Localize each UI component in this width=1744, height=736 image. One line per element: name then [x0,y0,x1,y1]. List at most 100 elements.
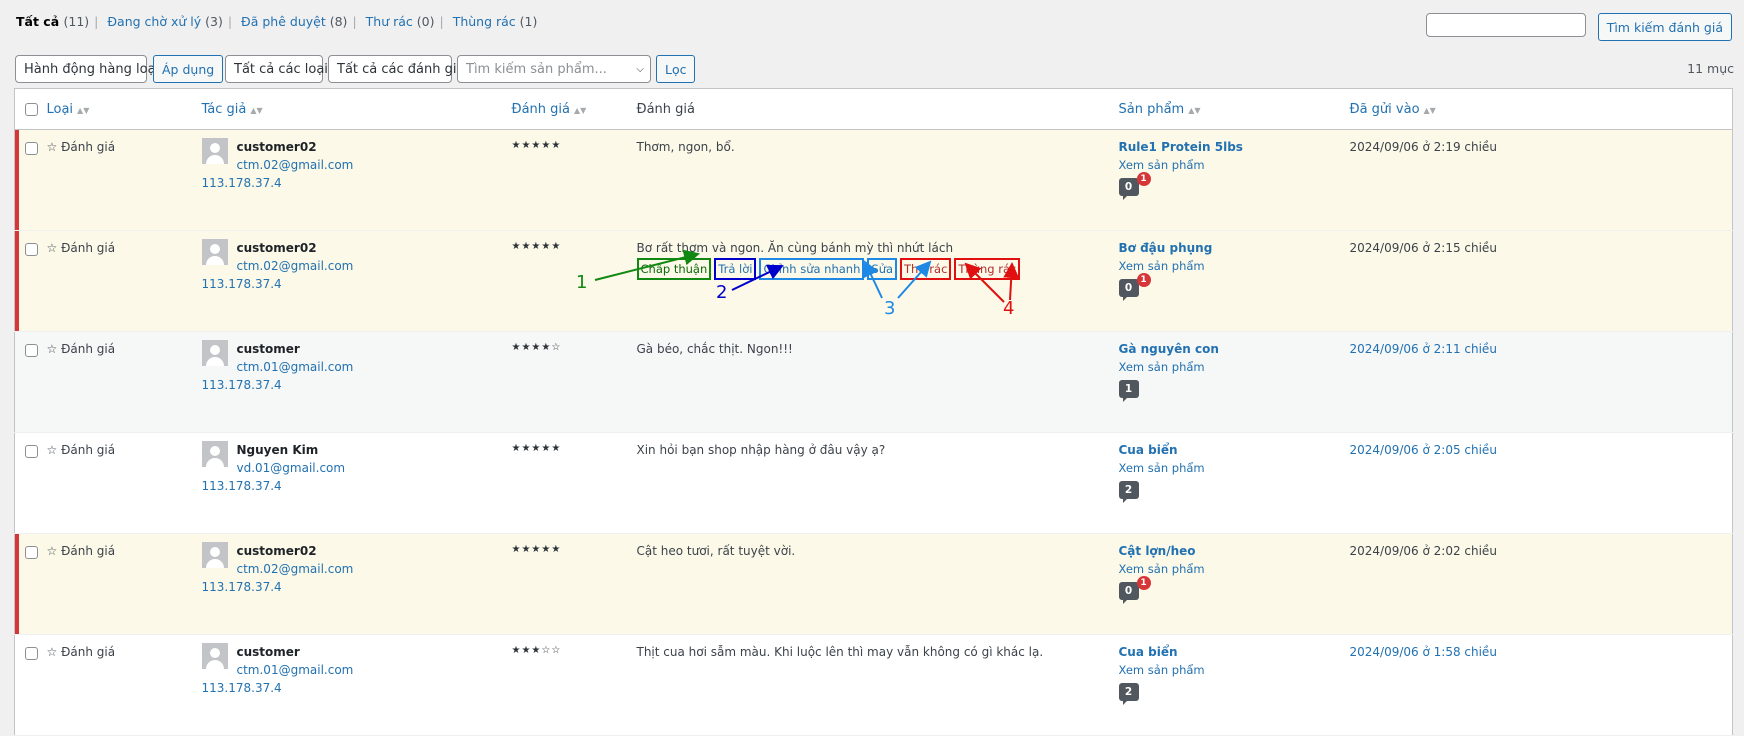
row-checkbox[interactable] [25,344,38,357]
review-date: 2024/09/06 ở 2:19 chiều [1349,129,1733,231]
edit-action[interactable]: Sửa [867,258,898,280]
filter-pending[interactable]: Đang chờ xử lý (3) [107,14,222,29]
filter-all[interactable]: Tất cả (11) [16,14,89,29]
type-filter-value: Tất cả các loại [234,61,328,77]
review-type: ☆ Đánh giá [46,533,202,635]
author-ip[interactable]: 113.178.37.4 [202,681,512,695]
author-email[interactable]: ctm.02@gmail.com [237,562,512,576]
review-text: Thơm, ngon, bổ. [636,129,1119,231]
comment-count-bubble[interactable]: 2 [1118,683,1139,705]
product-link[interactable]: Rule1 Protein 5lbs [1119,140,1350,154]
comment-count-bubble[interactable]: 01 [1118,576,1151,604]
table-row: ☆ Đánh giá customer ctm.01@gmail.com 113.1… [14,634,1733,736]
comment-count-bubble[interactable]: 1 [1118,380,1139,402]
trash-action[interactable]: Thùng rác [954,258,1021,280]
view-product-link[interactable]: Xem sản phẩm [1119,663,1350,677]
product-link[interactable]: Cật lợn/heo [1119,544,1350,558]
filter-all-label: Tất cả [16,14,60,29]
product-link[interactable]: Cua biển [1119,443,1350,457]
view-product-link[interactable]: Xem sản phẩm [1119,461,1350,475]
product-search-select[interactable]: Tìm kiếm sản phẩm... ⌵ [457,55,651,83]
author-email[interactable]: ctm.01@gmail.com [237,360,512,374]
author-ip[interactable]: 113.178.37.4 [202,378,512,392]
filter-trash-count: (1) [519,14,538,29]
review-date[interactable]: 2024/09/06 ở 2:11 chiều [1350,342,1497,356]
approve-action[interactable]: Chấp thuận [636,258,712,280]
search-input[interactable] [1425,13,1586,37]
author-email[interactable]: ctm.02@gmail.com [237,259,512,273]
filter-trash-label[interactable]: Thùng rác [453,14,516,29]
row-checkbox[interactable] [25,142,38,155]
comment-count-bubble[interactable]: 2 [1118,481,1139,503]
apply-button[interactable]: Áp dụng [153,55,224,83]
view-product-link[interactable]: Xem sản phẩm [1119,360,1350,374]
avatar [201,239,228,265]
sort-icon: ▲▼ [77,105,90,115]
sort-icon: ▲▼ [573,105,587,115]
author-email[interactable]: ctm.02@gmail.com [237,158,512,172]
author-ip[interactable]: 113.178.37.4 [202,479,512,493]
author-email[interactable]: vd.01@gmail.com [237,461,512,475]
select-all-checkbox[interactable] [25,102,38,116]
col-product[interactable]: Sản phẩm ▲▼ [1119,102,1201,117]
product-link[interactable]: Bơ đậu phụng [1119,241,1350,255]
col-review: Đánh giá [636,88,1119,130]
author-ip[interactable]: 113.178.37.4 [202,580,512,594]
avatar [201,542,228,568]
type-filter-select[interactable]: Tất cả các loại⌵ [225,55,342,83]
col-rating[interactable]: Đánh giá ▲▼ [512,102,587,117]
comment-count-bubble[interactable]: 01 [1118,172,1151,200]
table-header: Loại ▲▼ Tác giả ▲▼ Đánh giá ▲▼ Đánh giá Sản… [14,88,1733,130]
review-text: Cật heo tươi, rất tuyệt vời. [636,533,1119,635]
review-date[interactable]: 2024/09/06 ở 2:05 chiều [1350,443,1497,457]
item-count: 11 mục [1687,61,1734,76]
pending-badge: 1 [1136,576,1151,590]
product-link[interactable]: Cua biển [1119,645,1350,659]
filter-approved[interactable]: Đã phê duyệt (8) [241,14,347,29]
view-product-link[interactable]: Xem sản phẩm [1119,562,1350,576]
rating-filter-select[interactable]: Tất cả các đánh giá⌵ [328,55,478,83]
spam-action[interactable]: Thư rác [900,258,952,280]
view-product-link[interactable]: Xem sản phẩm [1119,259,1350,273]
filter-button[interactable]: Lọc [656,55,696,83]
annotation-label-2: 2 [716,282,728,303]
filter-approved-label[interactable]: Đã phê duyệt [241,14,326,29]
author-email[interactable]: ctm.01@gmail.com [237,663,512,677]
review-text: Thịt cua hơi sẫm màu. Khi luộc lên thì m… [636,634,1119,736]
col-author-label: Tác giả [201,101,247,117]
comment-count-bubble[interactable]: 01 [1118,273,1151,301]
star-rating: ★★★★★ [511,533,637,635]
review-type: ☆ Đánh giá [46,634,202,736]
table-row: ☆ Đánh giá Nguyen Kim vd.01@gmail.com 113.… [14,432,1733,534]
filter-spam[interactable]: Thư rác (0) [366,14,435,29]
quick-edit-action[interactable]: Chỉnh sửa nhanh [759,258,865,280]
annotation-label-3: 3 [884,298,896,319]
filter-trash[interactable]: Thùng rác (1) [453,14,538,29]
col-product-label: Sản phẩm [1118,101,1185,117]
col-author[interactable]: Tác giả ▲▼ [202,102,263,117]
author-name: Nguyen Kim [236,443,319,457]
comment-count: 0 [1124,585,1133,597]
review-date[interactable]: 2024/09/06 ở 1:58 chiều [1350,645,1497,659]
avatar [201,340,228,366]
review-type: ☆ Đánh giá [46,331,202,433]
author-ip[interactable]: 113.178.37.4 [202,277,512,291]
row-checkbox[interactable] [25,546,38,559]
row-checkbox[interactable] [25,445,38,458]
row-checkbox[interactable] [25,647,38,660]
search-reviews-button[interactable]: Tìm kiếm đánh giá [1597,13,1732,41]
col-type[interactable]: Loại ▲▼ [47,102,90,117]
annotation-label-1: 1 [576,272,588,293]
author-ip[interactable]: 113.178.37.4 [202,176,512,190]
reply-action[interactable]: Trả lời [714,258,757,280]
product-link[interactable]: Gà nguyên con [1119,342,1350,356]
status-filters: Tất cả (11) | Đang chờ xử lý (3) | Đã phê … [16,14,538,29]
filter-pending-label[interactable]: Đang chờ xử lý [107,14,201,29]
filter-spam-label[interactable]: Thư rác [366,14,413,29]
review-cell: Bơ rất thơm và ngon. Ăn cùng bánh mỳ thì… [636,230,1119,332]
bulk-action-select[interactable]: Hành động hàng loạt⌵ [15,55,174,83]
col-date[interactable]: Đã gửi vào ▲▼ [1350,102,1436,117]
view-product-link[interactable]: Xem sản phẩm [1119,158,1350,172]
row-checkbox[interactable] [25,243,38,256]
pending-badge: 1 [1136,172,1151,186]
